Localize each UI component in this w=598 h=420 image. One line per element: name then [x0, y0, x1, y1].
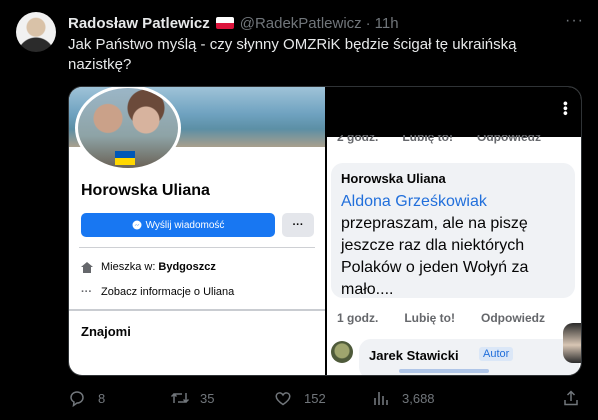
reply-count: 8: [98, 390, 106, 406]
comment-like: Lubię to!: [404, 311, 455, 325]
author-name[interactable]: Radosław Patlewicz: [68, 15, 210, 32]
views-action[interactable]: 3,688: [372, 389, 502, 407]
home-icon: [81, 261, 93, 273]
reply-text-cut: [399, 369, 489, 373]
see-info-label: Zobacz informacje o Uliana: [101, 286, 235, 298]
share-action[interactable]: [562, 389, 582, 407]
see-info-row: ··· Zobacz informacje o Uliana: [81, 286, 234, 298]
image-top-bar: •••: [327, 87, 581, 137]
comment-tag: Aldona Grześkowiak: [341, 193, 487, 210]
send-message-button: Wyślij wiadomość: [81, 213, 275, 237]
comment-body: przepraszam, ale na piszę jeszcze raz dl…: [341, 215, 529, 298]
top-action-reply: Odpowiedz: [477, 135, 541, 144]
comment-reply: Odpowiedz: [481, 311, 545, 325]
messenger-icon: [132, 220, 142, 230]
views-count: 3,688: [402, 390, 435, 406]
lives-in-row: Mieszka w: Bydgoszcz: [81, 261, 216, 273]
tweet-text: Jak Państwo myślą - czy słynny OMZRiK bę…: [68, 36, 517, 73]
reply-bubble: Jarek Stawicki Autor: [359, 339, 579, 375]
repost-action[interactable]: 35: [170, 389, 274, 407]
like-action[interactable]: 152: [274, 389, 372, 407]
like-count: 152: [304, 390, 326, 406]
comment-author: Horowska Uliana: [341, 171, 446, 186]
comment-text: Aldona Grześkowiak przepraszam, ale na p…: [341, 191, 569, 301]
like-icon[interactable]: [274, 389, 294, 407]
tweet-actions: 8 35 152 3,688: [68, 388, 582, 408]
divider: [79, 247, 315, 248]
views-icon[interactable]: [372, 389, 392, 407]
face-thumbnail: [563, 323, 581, 363]
facebook-profile-screenshot: Horowska Uliana Wyślij wiadomość ··· Mie…: [69, 87, 325, 375]
separator-dot: ·: [365, 14, 371, 32]
lives-in-label: Mieszka w:: [101, 261, 156, 273]
reply-action[interactable]: 8: [68, 389, 170, 407]
profile-more-button: ···: [282, 213, 314, 237]
top-action-like: Lubię to!: [402, 135, 453, 144]
comment-bubble: Horowska Uliana Aldona Grześkowiak przep…: [331, 163, 575, 298]
share-icon[interactable]: [562, 389, 582, 407]
author-handle[interactable]: @RadekPatlewicz: [240, 15, 362, 32]
reply-icon[interactable]: [68, 389, 88, 407]
comment-time: 1 godz.: [337, 311, 379, 325]
reply-author: Jarek Stawicki: [369, 348, 459, 363]
friends-section-title: Znajomi: [81, 324, 131, 339]
repost-icon[interactable]: [170, 389, 190, 407]
tweet-header: Radosław Patlewicz @RadekPatlewicz · 11h: [68, 13, 582, 33]
lives-in-city: Bydgoszcz: [158, 261, 216, 273]
more-vertical-icon[interactable]: •••: [558, 101, 574, 116]
top-comment-actions: 2 godz. Lubię to! Odpowiedz: [337, 135, 541, 145]
ukraine-flag-icon: [115, 151, 135, 165]
reply-avatar: [331, 341, 353, 363]
top-action-time: 2 godz.: [337, 135, 379, 144]
author-avatar[interactable]: [16, 12, 56, 52]
more-options-icon[interactable]: ···: [565, 12, 584, 30]
repost-count: 35: [200, 390, 215, 406]
send-message-label: Wyślij wiadomość: [145, 219, 225, 231]
facebook-comment-screenshot: ••• 2 godz. Lubię to! Odpowiedz Horowska…: [327, 87, 581, 375]
reply-comment: Jarek Stawicki Autor: [331, 339, 579, 375]
section-divider: [69, 309, 325, 311]
tweet-time[interactable]: 11h: [375, 15, 399, 32]
author-badge: Autor: [479, 347, 514, 361]
tweet-media[interactable]: Horowska Uliana Wyślij wiadomość ··· Mie…: [68, 86, 582, 376]
ellipsis-icon: ···: [81, 286, 92, 298]
profile-name: Horowska Uliana: [81, 182, 210, 199]
poland-flag-icon: [215, 17, 234, 29]
comment-actions: 1 godz. Lubię to! Odpowiedz: [337, 311, 545, 325]
